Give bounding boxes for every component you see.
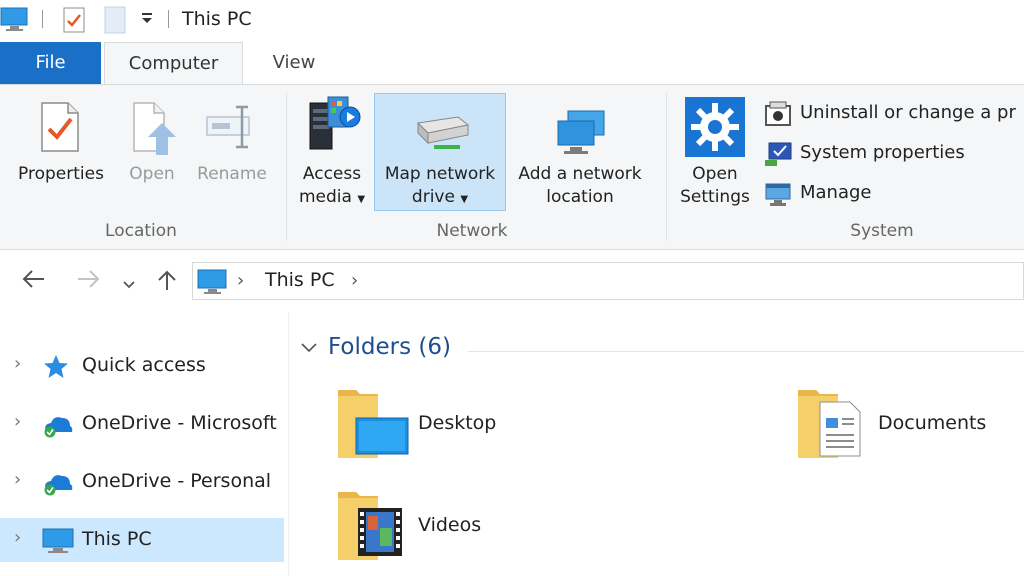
computer-icon — [42, 528, 74, 558]
nav-item-quick-access[interactable]: › Quick access — [0, 344, 284, 388]
uninstall-label: Uninstall or change a pr — [800, 102, 1016, 123]
properties-label: Properties — [18, 164, 104, 184]
content-area: Folders (6) Desktop Documents Videos — [290, 312, 1024, 576]
breadcrumb-chevron-icon[interactable]: › — [351, 270, 358, 291]
rename-icon — [206, 103, 258, 158]
computer-icon[interactable] — [0, 6, 30, 36]
network-group-label: Network — [436, 221, 508, 241]
dropdown-arrow-icon: ▼ — [357, 194, 366, 205]
properties-quick-icon[interactable] — [62, 6, 86, 38]
address-bar[interactable]: › This PC › — [192, 262, 1024, 300]
folder-documents[interactable]: Documents — [796, 386, 1024, 466]
rename-label: Rename — [197, 164, 267, 184]
map-network-drive-label-text: drive — [411, 187, 455, 207]
dropdown-arrow-icon: ▼ — [460, 194, 469, 205]
uninstall-program-button[interactable]: Uninstall or change a pr — [764, 99, 1024, 127]
title-bar: This PC — [0, 0, 1024, 40]
access-media-label-line1: Access — [302, 164, 362, 184]
customize-toolbar-chevron-icon[interactable] — [140, 8, 154, 32]
open-settings-button[interactable]: Open Settings — [672, 95, 758, 211]
folder-label: Desktop — [418, 412, 497, 434]
recent-locations-chevron-icon[interactable] — [122, 272, 136, 297]
properties-icon — [40, 101, 80, 160]
open-button[interactable]: Open — [120, 101, 184, 211]
system-group-label: System — [850, 221, 914, 241]
up-arrow-icon[interactable] — [156, 268, 178, 298]
nav-item-label: Quick access — [82, 354, 206, 376]
ribbon-tabs: File Computer View — [0, 40, 1024, 84]
nav-item-label: This PC — [82, 528, 152, 550]
expand-chevron-icon[interactable]: › — [14, 527, 21, 548]
navigation-bar: › This PC › — [0, 250, 1024, 312]
access-media-label-line2: media ▼ — [292, 186, 372, 211]
manage-label: Manage — [800, 182, 872, 203]
system-properties-label: System properties — [800, 142, 965, 163]
map-network-drive-button[interactable]: Map network drive ▼ — [376, 95, 504, 211]
network-drive-icon — [412, 113, 470, 158]
nav-item-this-pc[interactable]: › This PC — [0, 518, 284, 562]
folder-label: Videos — [418, 514, 482, 536]
media-server-icon — [304, 95, 364, 162]
access-media-label-text: media — [298, 187, 352, 207]
network-location-icon — [554, 107, 608, 164]
add-network-location-label-line2: location — [546, 187, 614, 207]
new-folder-quick-icon[interactable] — [104, 6, 126, 38]
folder-videos[interactable]: Videos — [336, 488, 636, 568]
forward-arrow-icon[interactable] — [76, 268, 102, 296]
breadcrumb-chevron-icon[interactable]: › — [237, 270, 244, 291]
system-properties-button[interactable]: System properties — [764, 139, 984, 167]
expand-chevron-icon[interactable]: › — [14, 353, 21, 374]
videos-folder-icon — [336, 488, 410, 568]
expand-chevron-icon[interactable]: › — [14, 469, 21, 490]
window-title: This PC — [182, 8, 252, 30]
tab-file[interactable]: File — [0, 42, 101, 84]
manage-button[interactable]: Manage — [764, 179, 904, 207]
tab-computer[interactable]: Computer — [104, 42, 243, 84]
folders-group-header[interactable]: Folders (6) — [328, 334, 451, 360]
folder-label: Documents — [878, 412, 987, 434]
onedrive-icon — [42, 412, 74, 442]
star-icon — [42, 354, 72, 384]
nav-item-label: OneDrive - Personal — [82, 470, 272, 492]
folder-desktop[interactable]: Desktop — [336, 386, 636, 466]
ribbon: Properties Open Rename Location Access m… — [0, 84, 1024, 250]
manage-icon — [764, 181, 792, 216]
location-group-label: Location — [105, 221, 177, 241]
open-settings-label-line1: Open — [692, 164, 738, 184]
properties-button[interactable]: Properties — [12, 101, 110, 211]
onedrive-icon — [42, 470, 74, 500]
nav-item-onedrive-microsoft[interactable]: › OneDrive - Microsoft — [0, 402, 284, 446]
documents-folder-icon — [796, 386, 870, 466]
map-network-drive-label-line1: Map network — [384, 164, 496, 184]
add-network-location-label-line1: Add a network — [518, 164, 642, 184]
open-label: Open — [129, 164, 175, 184]
open-settings-label-line2: Settings — [680, 187, 750, 207]
desktop-folder-icon — [336, 386, 410, 466]
collapse-chevron-icon[interactable] — [300, 336, 318, 362]
navigation-pane: › Quick access › OneDrive - Microsoft › … — [0, 312, 286, 576]
pane-divider[interactable] — [288, 312, 289, 576]
expand-chevron-icon[interactable]: › — [14, 411, 21, 432]
add-network-location-button[interactable]: Add a network location — [510, 95, 650, 211]
rename-button[interactable]: Rename — [192, 101, 272, 211]
tab-view[interactable]: View — [246, 42, 342, 84]
uninstall-icon — [764, 101, 792, 136]
access-media-button[interactable]: Access media ▼ — [292, 95, 372, 211]
back-arrow-icon[interactable] — [20, 268, 46, 296]
system-properties-icon — [764, 141, 792, 176]
computer-icon — [197, 268, 229, 300]
open-icon — [132, 101, 176, 164]
nav-item-onedrive-personal[interactable]: › OneDrive - Personal — [0, 460, 284, 504]
settings-gear-icon — [685, 97, 745, 164]
breadcrumb-this-pc[interactable]: This PC — [265, 269, 335, 291]
nav-item-label: OneDrive - Microsoft — [82, 412, 277, 434]
map-network-drive-label-line2: drive ▼ — [376, 186, 504, 211]
group-divider — [468, 351, 1024, 352]
